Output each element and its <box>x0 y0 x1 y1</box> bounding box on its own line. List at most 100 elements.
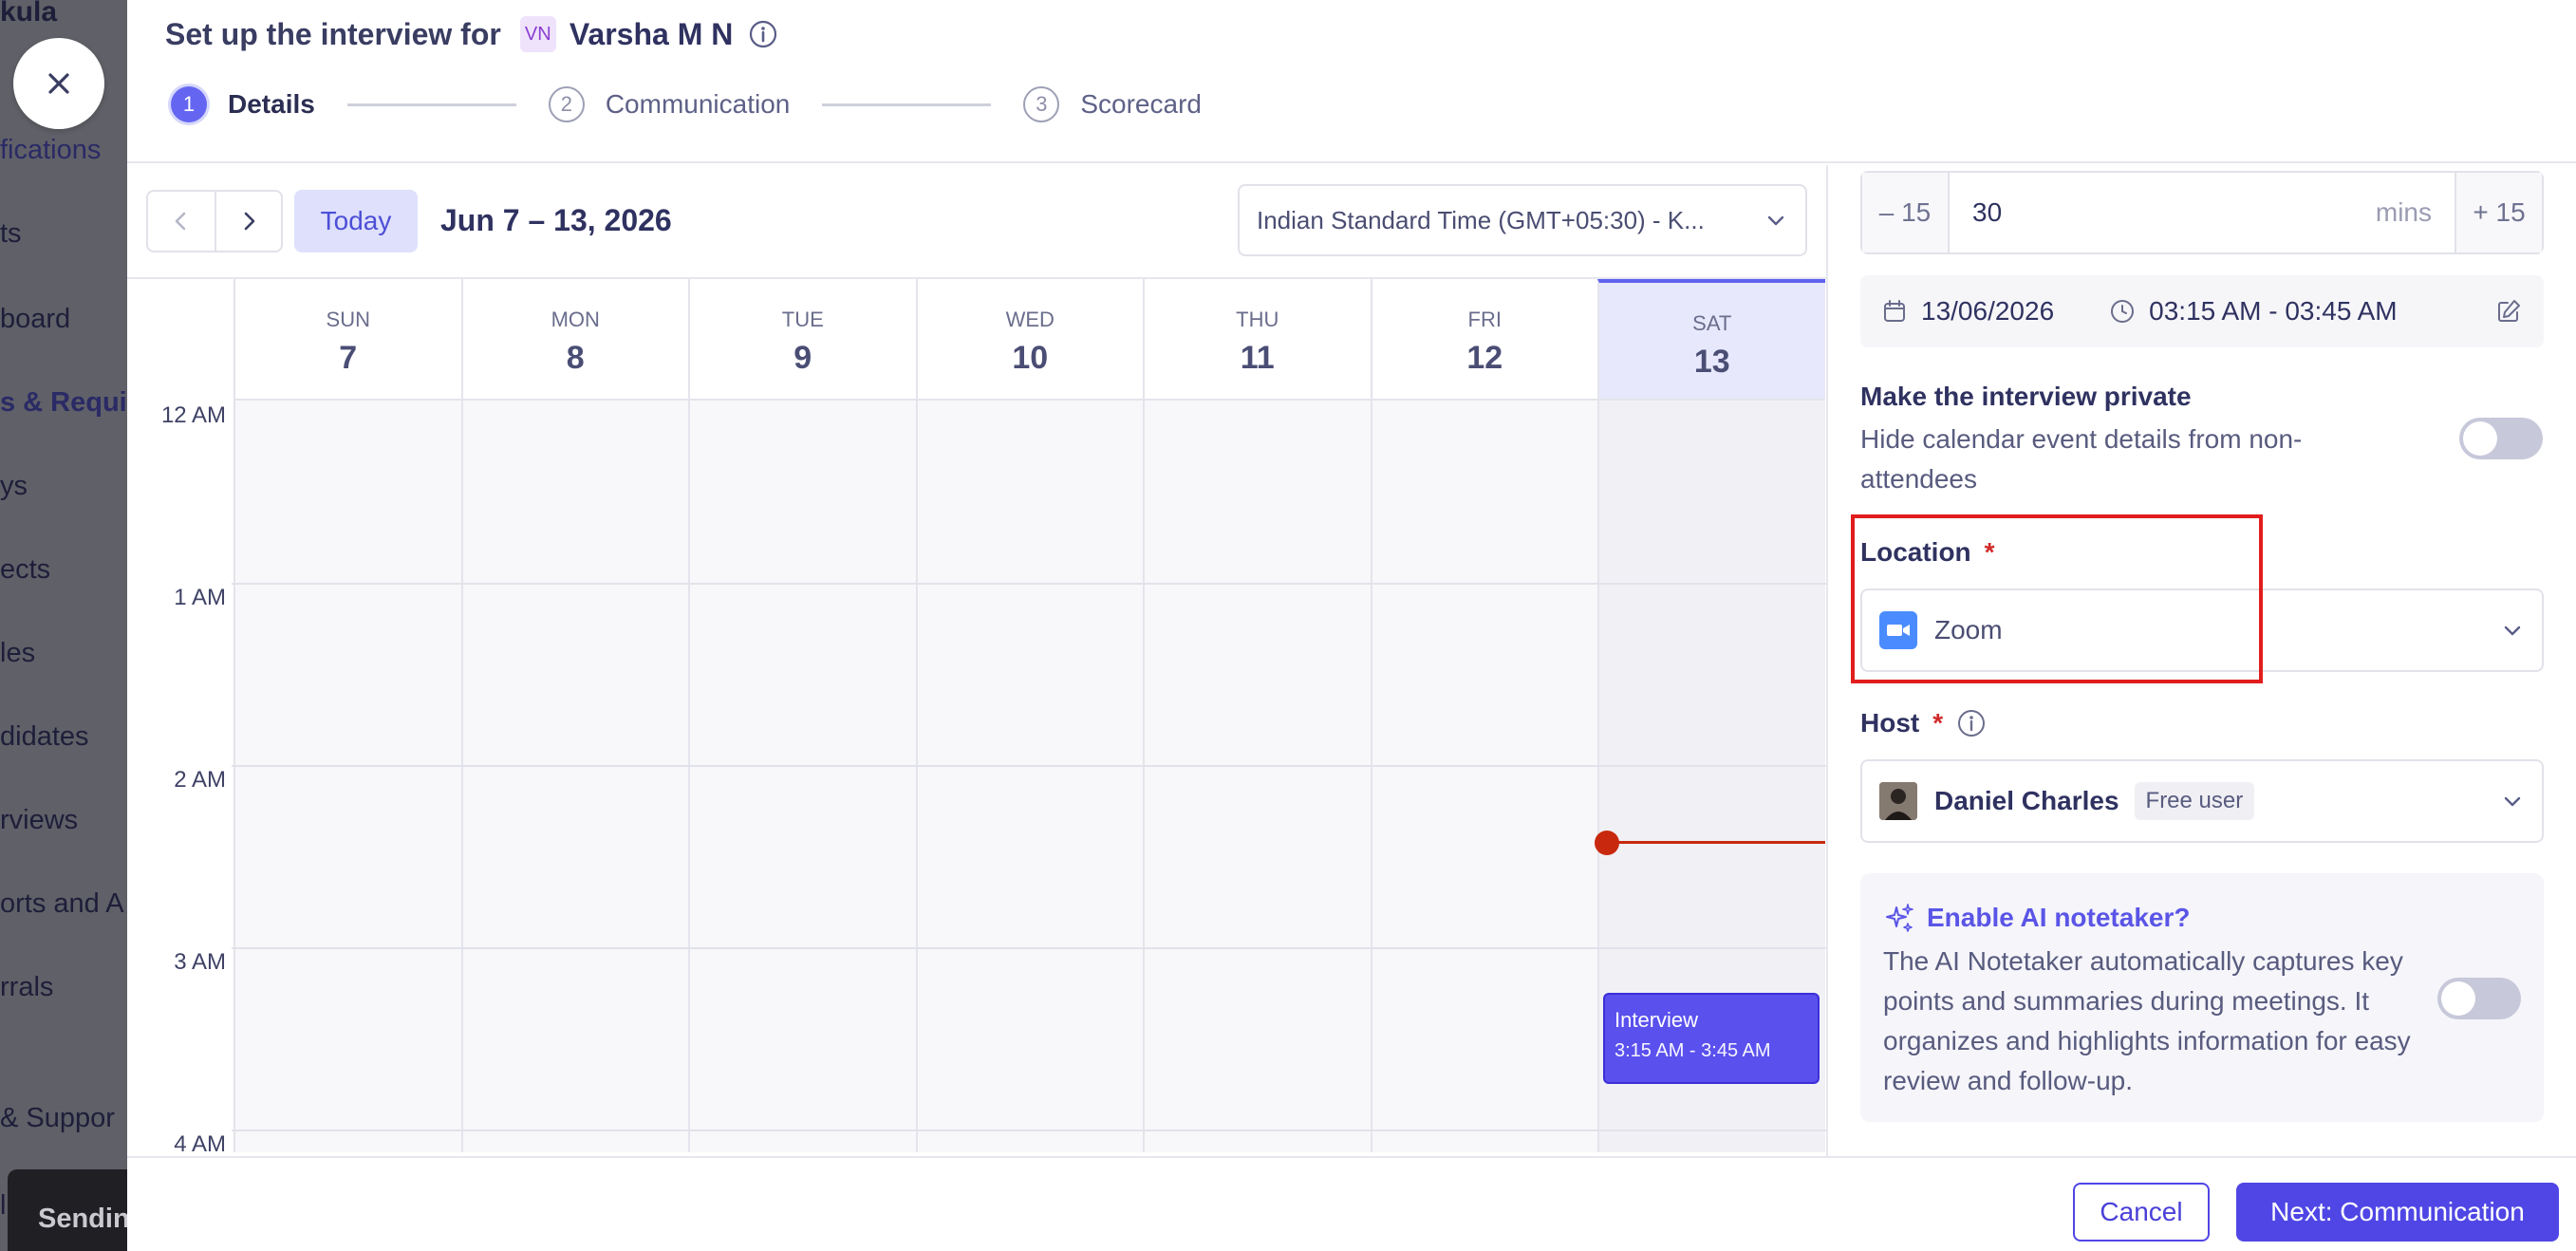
next-communication-button[interactable]: Next: Communication <box>2236 1183 2559 1242</box>
nav-item-requests[interactable]: ts <box>0 218 22 250</box>
host-name: Daniel Charles <box>1934 786 2119 815</box>
event-title: Interview <box>1615 1008 1699 1032</box>
ai-notetaker-toggle[interactable] <box>2437 978 2521 1019</box>
required-mark: * <box>1984 537 1995 567</box>
step-1-label[interactable]: Details <box>228 89 315 120</box>
nav-item-jobs-requisitions[interactable]: s & Requis <box>0 387 142 419</box>
step-connector <box>822 103 992 106</box>
info-icon[interactable] <box>1956 708 1987 738</box>
hour-label: 1 AM <box>174 585 226 610</box>
hour-gridline <box>232 1130 1826 1131</box>
day-of-month: 12 <box>1466 340 1503 376</box>
duration-decrease-button[interactable]: – 15 <box>1862 173 1948 252</box>
status-badge: Free user <box>2134 782 2255 820</box>
today-button[interactable]: Today <box>294 190 418 252</box>
step-1-number[interactable]: 1 <box>171 86 207 122</box>
step-3-number[interactable]: 3 <box>1023 86 1060 122</box>
timezone-select[interactable]: Indian Standard Time (GMT+05:30) - K... <box>1238 184 1807 256</box>
host-label-row: Host * <box>1860 708 1987 738</box>
calendar-toolbar: Today Jun 7 – 13, 2026 Indian Standard T… <box>127 165 1826 279</box>
day-column[interactable] <box>233 401 461 1152</box>
required-mark: * <box>1932 708 1944 738</box>
chevron-down-icon <box>2500 789 2525 813</box>
zoom-icon <box>1879 611 1917 649</box>
calendar-icon <box>1884 300 1905 322</box>
nav-item-notifications[interactable]: fications <box>0 135 101 166</box>
day-column[interactable] <box>688 401 916 1152</box>
duration-input[interactable]: 30 mins <box>1948 173 2456 252</box>
nav-item-interviews[interactable]: rviews <box>0 805 78 836</box>
cancel-button[interactable]: Cancel <box>2073 1183 2210 1242</box>
interview-date: 13/06/2026 <box>1921 296 2055 326</box>
location-select[interactable]: Zoom <box>1860 588 2544 672</box>
edit-icon[interactable] <box>2494 297 2523 326</box>
day-of-week: SAT <box>1692 311 1732 335</box>
step-connector <box>346 103 516 106</box>
nav-item-projects[interactable]: ects <box>0 554 50 586</box>
private-toggle[interactable] <box>2459 418 2543 459</box>
duration-stepper: – 15 30 mins + 15 <box>1860 171 2544 254</box>
hour-gridline <box>232 947 1826 949</box>
day-column[interactable] <box>1370 401 1597 1152</box>
step-3-label[interactable]: Scorecard <box>1080 89 1202 120</box>
nav-item-referrals[interactable]: rrals <box>0 972 53 1003</box>
nav-item-dashboard[interactable]: board <box>0 304 70 335</box>
hour-label: 12 AM <box>160 402 226 428</box>
host-select[interactable]: Daniel Charles Free user <box>1860 759 2544 843</box>
day-header-mon[interactable]: MON 8 <box>460 279 688 401</box>
host-label: Host <box>1860 708 1920 738</box>
day-of-week: MON <box>551 308 600 331</box>
nav-item-journeys[interactable]: ys <box>0 471 28 502</box>
location-label-row: Location * <box>1860 537 1995 568</box>
day-of-week: WED <box>1005 308 1055 331</box>
duration-increase-button[interactable]: + 15 <box>2456 173 2542 252</box>
background-sidebar: kula fications ts board s & Requis ys ec… <box>0 0 142 1251</box>
nav-item-candidates[interactable]: didates <box>0 721 89 753</box>
footer-letter: l <box>0 1190 7 1221</box>
ai-notetaker-title[interactable]: Enable AI notetaker? <box>1927 903 2190 933</box>
chevron-left-icon <box>175 212 186 231</box>
candidate-avatar: VN <box>519 16 556 52</box>
day-column[interactable] <box>915 401 1143 1152</box>
duration-unit: mins <box>2375 197 2432 227</box>
date-time-summary: 13/06/2026 03:15 AM - 03:45 AM <box>1860 275 2544 347</box>
day-column[interactable] <box>1143 401 1371 1152</box>
timezone-value: Indian Standard Time (GMT+05:30) - K... <box>1257 205 1705 234</box>
day-header-wed[interactable]: WED 10 <box>915 279 1143 401</box>
close-modal-button[interactable] <box>13 38 104 129</box>
step-2-label[interactable]: Communication <box>606 89 791 120</box>
nav-item-help-support[interactable]: & Suppor <box>0 1103 115 1134</box>
current-time-line <box>1607 840 1825 844</box>
day-of-month: 13 <box>1693 344 1730 380</box>
private-title: Make the interview private <box>1860 382 2192 411</box>
ai-notetaker-description: The AI Notetaker automatically captures … <box>1883 946 2411 1095</box>
next-week-button[interactable] <box>215 192 281 251</box>
prev-week-button[interactable] <box>148 192 215 251</box>
nav-item-reports[interactable]: orts and A <box>0 888 124 920</box>
location-value: Zoom <box>1934 615 2003 644</box>
info-icon[interactable] <box>748 19 778 49</box>
modal-title-row: Set up the interview for VN Varsha M N <box>165 15 778 53</box>
interview-time-range: 03:15 AM - 03:45 AM <box>2149 296 2398 326</box>
toast-text: Sendin <box>38 1204 130 1234</box>
calendar-grid: SUN 7 MON 8 TUE 9 WED 10 THU 11 FRI 12 SAT 13 12 AM 1 A… <box>127 279 1826 1152</box>
day-column[interactable] <box>460 401 688 1152</box>
nav-item-profiles[interactable]: les <box>0 638 35 669</box>
chevron-down-icon <box>1767 215 1784 226</box>
day-of-week: THU <box>1236 308 1279 331</box>
hour-label: 2 AM <box>174 767 226 793</box>
clock-icon <box>2111 300 2135 323</box>
ai-notetaker-card: Enable AI notetaker? The AI Notetaker au… <box>1860 873 2544 1122</box>
day-header-tue[interactable]: TUE 9 <box>688 279 916 401</box>
step-2-number[interactable]: 2 <box>548 86 585 122</box>
day-header-fri[interactable]: FRI 12 <box>1370 279 1597 401</box>
modal-header: Set up the interview for VN Varsha M N 1… <box>127 0 2576 163</box>
hour-gridline <box>232 583 1826 585</box>
duration-value: 30 <box>1972 197 2003 227</box>
interview-event[interactable]: Interview 3:15 AM - 3:45 AM <box>1603 993 1820 1084</box>
hour-gridline <box>232 765 1826 767</box>
day-header-sun[interactable]: SUN 7 <box>233 279 461 401</box>
chevron-down-icon <box>2500 618 2525 643</box>
day-header-thu[interactable]: THU 11 <box>1143 279 1371 401</box>
day-header-sat[interactable]: SAT 13 <box>1597 279 1825 401</box>
